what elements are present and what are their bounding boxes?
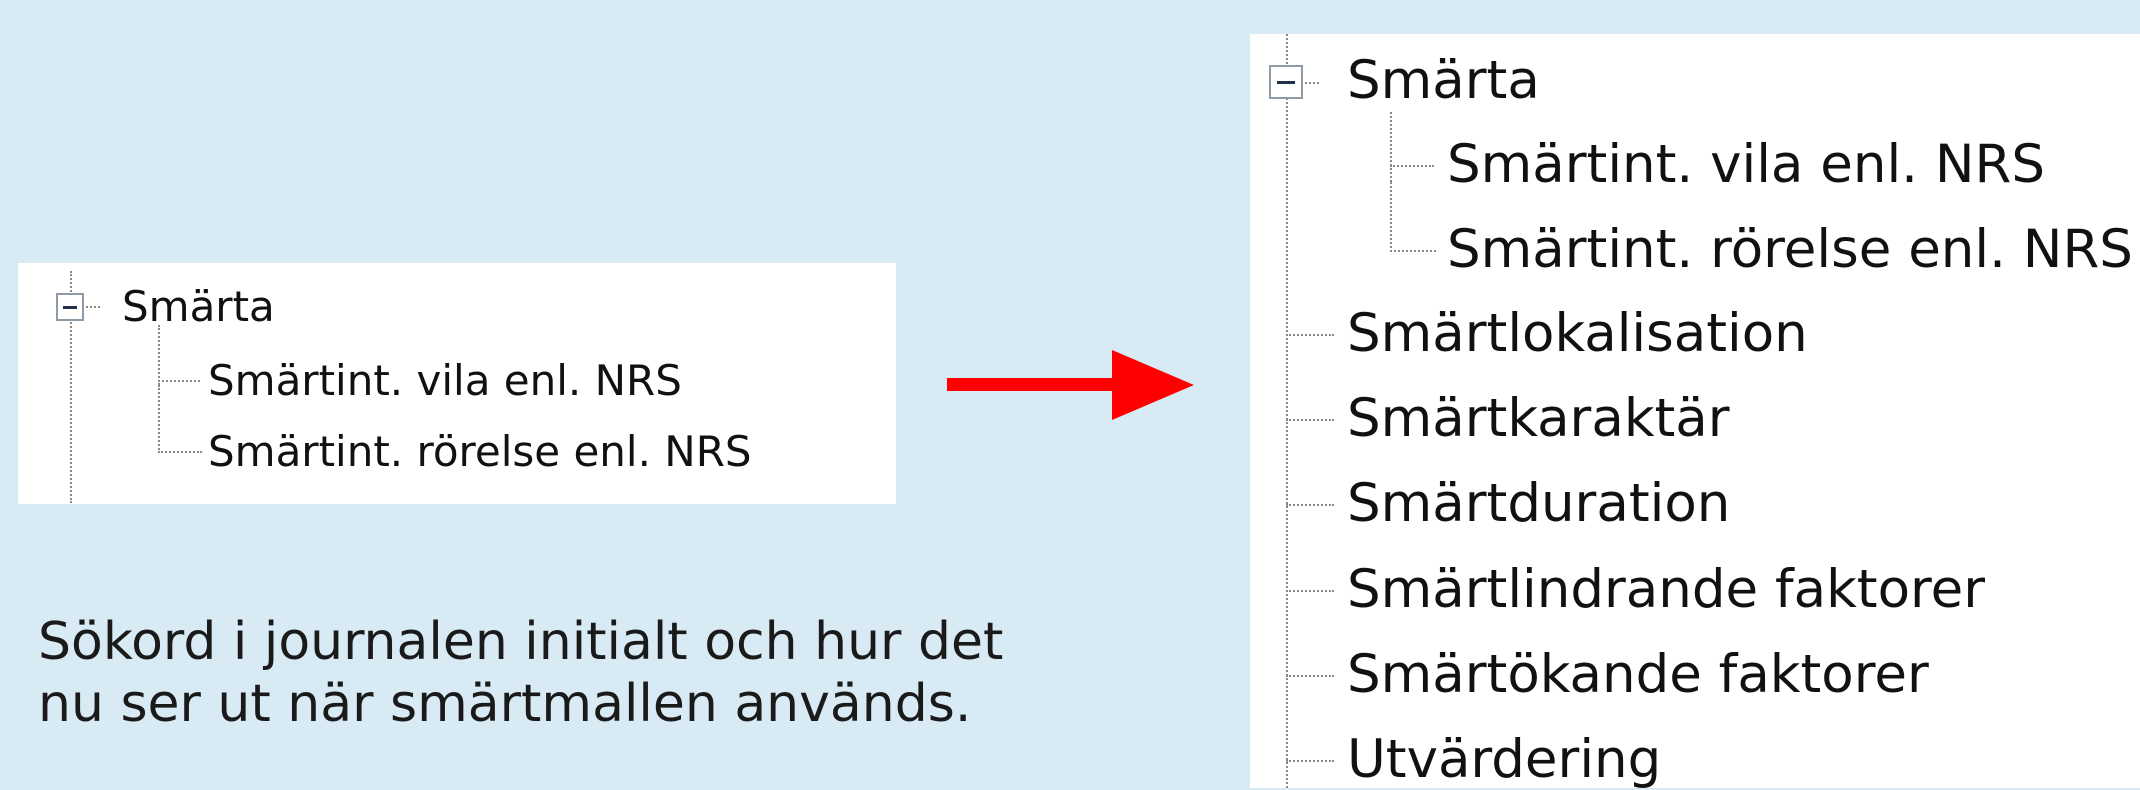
tree-node-sibling[interactable]: Utvärdering xyxy=(1347,733,1661,786)
caption-line: Sökord i journalen initialt och hur det xyxy=(38,612,1004,672)
tree-connector xyxy=(1305,82,1319,84)
tree-guide-line xyxy=(158,325,160,385)
tree-connector xyxy=(1286,334,1334,336)
tree-node-sibling[interactable]: Smärtökande faktorer xyxy=(1347,648,1929,701)
arrow-shaft xyxy=(947,378,1117,391)
tree-node-smarta[interactable]: Smärta xyxy=(1347,54,1540,107)
tree-panel-after: Smärta Smärtint. vila enl. NRS Smärtint.… xyxy=(1250,34,2140,788)
tree-node-sibling[interactable]: Smärtlokalisation xyxy=(1347,307,1808,360)
minus-icon xyxy=(62,305,78,309)
tree-node-child[interactable]: Smärtint. vila enl. NRS xyxy=(208,360,682,402)
tree-connector xyxy=(1286,590,1334,592)
collapse-toggle-icon[interactable] xyxy=(56,293,84,321)
tree-guide-line xyxy=(1390,112,1392,182)
caption-line: nu ser ut när smärtmallen används. xyxy=(38,674,972,734)
tree-connector xyxy=(1390,165,1434,167)
tree-connector xyxy=(1286,419,1334,421)
caption-text: Sökord i journalen initialt och hur det … xyxy=(38,611,1003,735)
tree-node-child[interactable]: Smärtint. rörelse enl. NRS xyxy=(1447,223,2133,276)
tree-node-child[interactable]: Smärtint. rörelse enl. NRS xyxy=(208,431,752,473)
tree-connector xyxy=(1286,504,1334,506)
collapse-toggle-icon[interactable] xyxy=(1269,65,1303,99)
tree-connector xyxy=(1286,760,1334,762)
tree-panel-before: Smärta Smärtint. vila enl. NRS Smärtint.… xyxy=(18,263,896,504)
tree-node-sibling[interactable]: Smärtduration xyxy=(1347,477,1730,530)
minus-icon xyxy=(1277,80,1295,84)
tree-connector xyxy=(158,380,200,382)
tree-node-child[interactable]: Smärtint. vila enl. NRS xyxy=(1447,138,2045,191)
tree-connector xyxy=(1286,675,1334,677)
tree-connector xyxy=(1390,182,1436,252)
tree-node-sibling[interactable]: Smärtlindrande faktorer xyxy=(1347,563,1985,616)
tree-connector xyxy=(158,385,202,453)
tree-connector xyxy=(86,306,100,308)
arrow-head xyxy=(1112,350,1194,420)
tree-node-sibling[interactable]: Smärtkaraktär xyxy=(1347,392,1730,445)
tree-node-smarta[interactable]: Smärta xyxy=(122,286,275,328)
